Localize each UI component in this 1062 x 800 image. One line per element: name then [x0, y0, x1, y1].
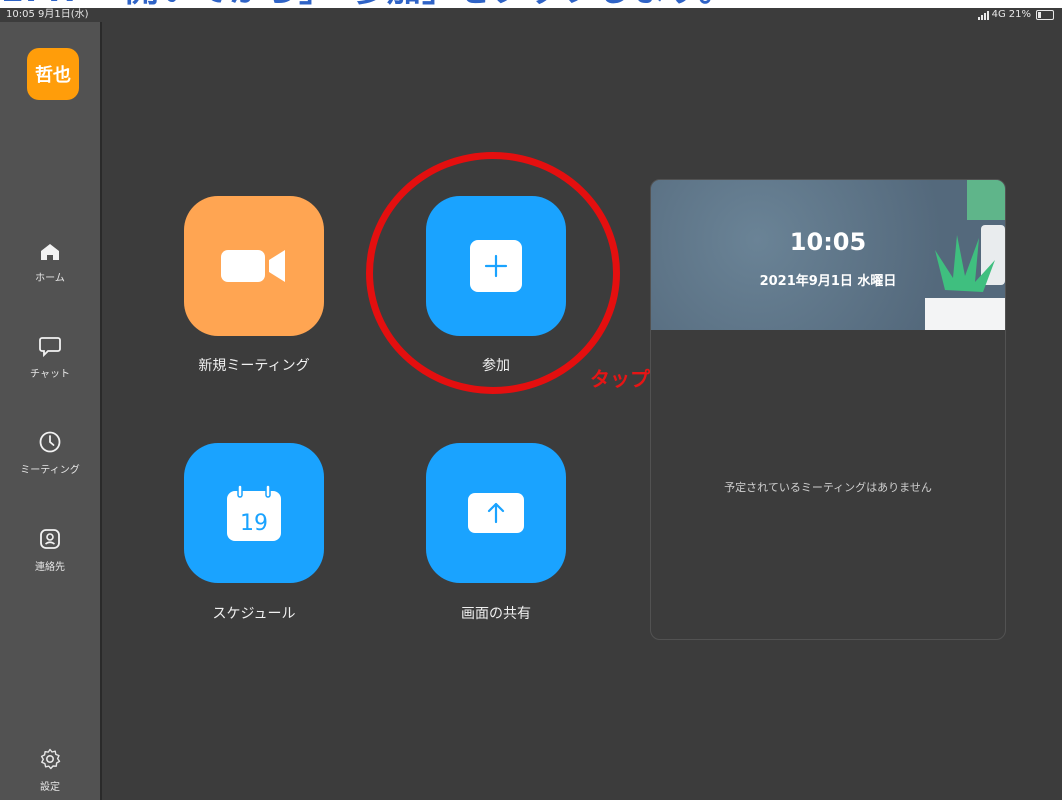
status-time: 10:05 9月1日(水) [6, 9, 89, 20]
share-screen-button[interactable] [426, 443, 566, 583]
sidebar-item-label: チャット [30, 369, 70, 380]
schedule-label: スケジュール [212, 606, 296, 622]
highlight-circle [366, 152, 620, 394]
no-meetings-message: 予定されているミーティングはありません [724, 481, 932, 494]
new-meeting-label: 新規ミーティング [198, 358, 310, 374]
calendar-card-date: 2021年9月1日 水曜日 [759, 274, 897, 289]
new-meeting-button[interactable] [184, 196, 324, 336]
app-root: 1.4. 「開いてから」「参加」をタップします。 10:05 9月1日(水) 4… [0, 0, 1062, 800]
gear-icon [40, 748, 61, 770]
sidebar-item-chat[interactable]: チャット [0, 334, 100, 380]
clock-icon [39, 431, 61, 453]
sidebar-item-contacts[interactable]: 連絡先 [0, 527, 100, 573]
sidebar-item-label: ミーティング [20, 465, 80, 476]
network-type: 4G [991, 9, 1006, 20]
video-camera-icon [221, 250, 285, 282]
sidebar-divider [100, 22, 102, 800]
contact-icon [40, 529, 60, 549]
calendar-icon: 19 [227, 484, 281, 541]
battery-percent: 21% [1008, 9, 1031, 20]
calendar-card: 10:05 2021年9月1日 水曜日 予定されているミーティングはありません [650, 179, 1006, 640]
zoom-home-screen: 10:05 9月1日(水) 4G 21% 哲也 ホーム チャット ミーティング … [0, 8, 1062, 800]
calendar-card-time: 10:05 [789, 228, 867, 256]
signal-icon [977, 10, 989, 20]
chat-icon [39, 337, 61, 358]
status-indicators: 4G 21% [977, 8, 1054, 22]
sidebar: 哲也 ホーム チャット ミーティング 連絡先 設定 [0, 22, 100, 800]
sidebar-item-label: 設定 [40, 782, 60, 793]
sidebar-item-settings[interactable]: 設定 [0, 747, 100, 793]
schedule-button[interactable]: 19 [184, 443, 324, 583]
sidebar-item-label: 連絡先 [35, 562, 65, 573]
battery-icon [1036, 10, 1054, 20]
calendar-card-header: 10:05 2021年9月1日 水曜日 [651, 180, 1005, 330]
share-screen-label: 画面の共有 [461, 606, 531, 622]
home-icon [41, 244, 59, 260]
avatar[interactable]: 哲也 [27, 48, 79, 100]
sidebar-item-home[interactable]: ホーム [0, 242, 100, 284]
sidebar-item-label: ホーム [35, 273, 65, 284]
calendar-day-number: 19 [240, 511, 268, 536]
status-bar: 10:05 9月1日(水) 4G 21% [0, 8, 1062, 22]
sidebar-item-meetings[interactable]: ミーティング [0, 430, 100, 476]
share-screen-icon [468, 493, 524, 533]
